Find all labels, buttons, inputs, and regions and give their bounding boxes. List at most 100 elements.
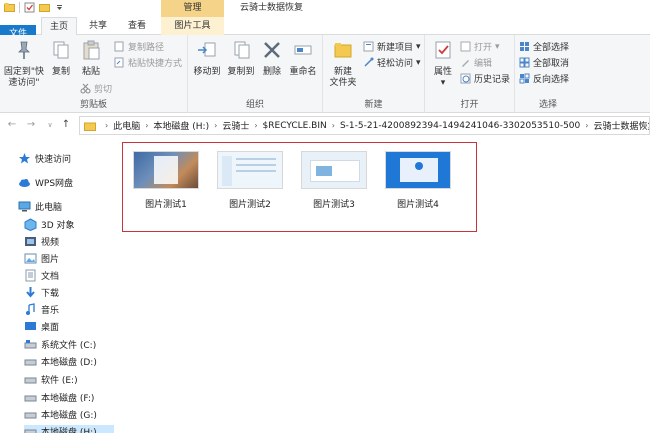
forward-arrow-icon[interactable]: → [25,119,37,131]
star-icon [19,153,30,164]
open-button[interactable]: 打开 ▾ [460,40,500,53]
navigation-pane: 快速访问 WPS网盘 此电脑 3D 对象 视频 图片 文档 下载 音乐 桌面 系… [0,140,120,433]
select-none-icon [519,57,530,68]
breadcrumb-drive-h[interactable]: 本地磁盘 (H:) [153,119,209,132]
up-arrow-icon[interactable]: ↑ [60,119,72,131]
nav-item-3d-objects[interactable]: 3D 对象 [24,218,75,231]
tab-view[interactable]: 查看 [119,17,155,35]
organize-group-label: 组织 [245,100,264,110]
file-item[interactable]: 图片测试2 [210,151,290,210]
tab-picture-tools[interactable]: 图片工具 [161,17,224,35]
edit-button[interactable]: 编辑 [460,56,492,69]
thumbnail-line [236,170,276,172]
nav-item-label: 视频 [41,238,60,248]
recent-locations-chevron-icon[interactable]: ∨ [44,119,56,131]
move-to-button[interactable]: 移动到 [190,39,224,78]
nav-item-pictures[interactable]: 图片 [24,252,59,265]
tab-share[interactable]: 共享 [82,17,114,35]
invert-selection-icon [519,73,530,84]
nav-item-music[interactable]: 音乐 [24,303,59,316]
rename-button[interactable]: 重命名 [286,39,320,78]
copy-button[interactable]: 复制 [46,39,76,78]
rename-label: 重命名 [289,67,317,77]
nav-item-drive-e[interactable]: 软件 (E:) [24,373,78,386]
copy-to-button[interactable]: 复制到 [224,39,258,78]
group-organize: 移动到 复制到 删除 重命名 组织 [188,35,323,113]
delete-button[interactable]: 删除 [258,39,286,78]
tab-home[interactable]: 主页 [41,17,77,36]
breadcrumb-sid-folder[interactable]: S-1-5-21-4200892394-1494241046-330205351… [340,121,580,131]
new-folder-button[interactable]: 新建 文件夹 [325,39,361,89]
file-item[interactable]: 图片测试1 [126,151,206,210]
back-arrow-icon[interactable]: ← [6,119,18,131]
paste-shortcut-button[interactable]: 粘贴快捷方式 [114,56,182,69]
select-all-label: 全部选择 [533,43,570,53]
easy-access-label: 轻松访问 [377,59,414,69]
edit-label: 编辑 [474,59,493,69]
breadcrumb-recycle-bin[interactable]: $RECYCLE.BIN [263,121,327,131]
nav-item-drive-c[interactable]: 系统文件 (C:) [24,338,96,351]
select-none-button[interactable]: 全部取消 [519,56,569,69]
file-item[interactable]: 图片测试3 [294,151,374,210]
pin-icon [18,41,30,59]
copy-label: 复制 [51,67,70,77]
nav-item-wps-cloud[interactable]: WPS网盘 [18,176,73,189]
breadcrumb-chevron-icon: › [331,121,335,130]
nav-item-label: 软件 (E:) [41,376,78,386]
group-new: 新建 文件夹 新建项目 ▾ 轻松访问 ▾ 新建 [323,35,425,113]
breadcrumb-recovery-folder[interactable]: 云骑士数据恢复 [593,119,649,132]
copy-path-button[interactable]: 复制路径 [114,40,164,53]
new-folder-label-line1: 新建 [333,67,352,77]
document-icon [25,269,36,282]
properties-label: 属性 [433,67,452,77]
clipboard-group-label: 剪贴板 [79,100,107,110]
paste-icon [83,40,100,60]
properties-button[interactable]: 属性 ▾ [427,39,459,89]
easy-access-button[interactable]: 轻松访问 ▾ [363,56,421,69]
new-item-button[interactable]: 新建项目 ▾ [363,40,421,53]
invert-selection-button[interactable]: 反向选择 [519,72,569,85]
nav-item-documents[interactable]: 文档 [24,269,59,282]
file-item[interactable]: 图片测试4 [378,151,458,210]
delete-x-icon [264,42,280,58]
select-all-button[interactable]: 全部选择 [519,40,569,53]
nav-item-desktop[interactable]: 桌面 [24,320,59,333]
paste-button[interactable]: 粘贴 [76,39,106,78]
dropdown-arrow-icon[interactable] [54,2,65,13]
nav-item-drive-h[interactable]: 本地磁盘 (H:) [24,425,114,433]
copy-icon [53,41,69,59]
breadcrumb-yunqishi[interactable]: 云骑士 [222,119,249,132]
history-icon [460,73,471,84]
move-to-label: 移动到 [193,67,221,77]
context-tab-manage[interactable]: 管理 [161,0,224,17]
new-item-icon [363,41,374,52]
cut-button[interactable]: 剪切 [80,82,112,95]
pin-quick-access-button[interactable]: 固定到"快 速访问" [2,39,46,89]
nav-item-videos[interactable]: 视频 [24,235,59,248]
address-bar[interactable]: › 此电脑 › 本地磁盘 (H:) › 云骑士 › $RECYCLE.BIN ›… [79,116,650,135]
breadcrumb-this-pc[interactable]: 此电脑 [113,119,140,132]
new-folder-icon[interactable] [39,2,50,13]
nav-item-drive-d[interactable]: 本地磁盘 (D:) [24,355,97,368]
nav-item-drive-f[interactable]: 本地磁盘 (F:) [24,391,94,404]
nav-item-quick-access[interactable]: 快速访问 [18,152,71,165]
nav-item-this-pc[interactable]: 此电脑 [18,200,62,213]
drive-icon [24,359,37,366]
desktop-icon [25,322,36,330]
film-icon [25,237,36,246]
nav-item-downloads[interactable]: 下载 [24,286,59,299]
nav-item-label: 下载 [41,289,60,299]
open-label: 打开 [474,43,493,53]
download-arrow-icon [26,287,35,298]
title-bar: 管理 云骑士数据恢复 [0,0,650,17]
properties-check-icon[interactable] [24,2,35,13]
history-button[interactable]: 历史记录 [460,72,510,85]
breadcrumb-chevron-icon: › [145,121,149,130]
nav-item-label: 图片 [41,255,60,265]
breadcrumb-chevron-icon: › [214,121,218,130]
nav-item-label: 本地磁盘 (G:) [41,411,97,421]
nav-item-drive-g[interactable]: 本地磁盘 (G:) [24,408,97,421]
open-dropdown-icon: ▾ [495,41,500,52]
drive-icon [24,412,37,419]
paste-shortcut-icon [114,57,124,68]
